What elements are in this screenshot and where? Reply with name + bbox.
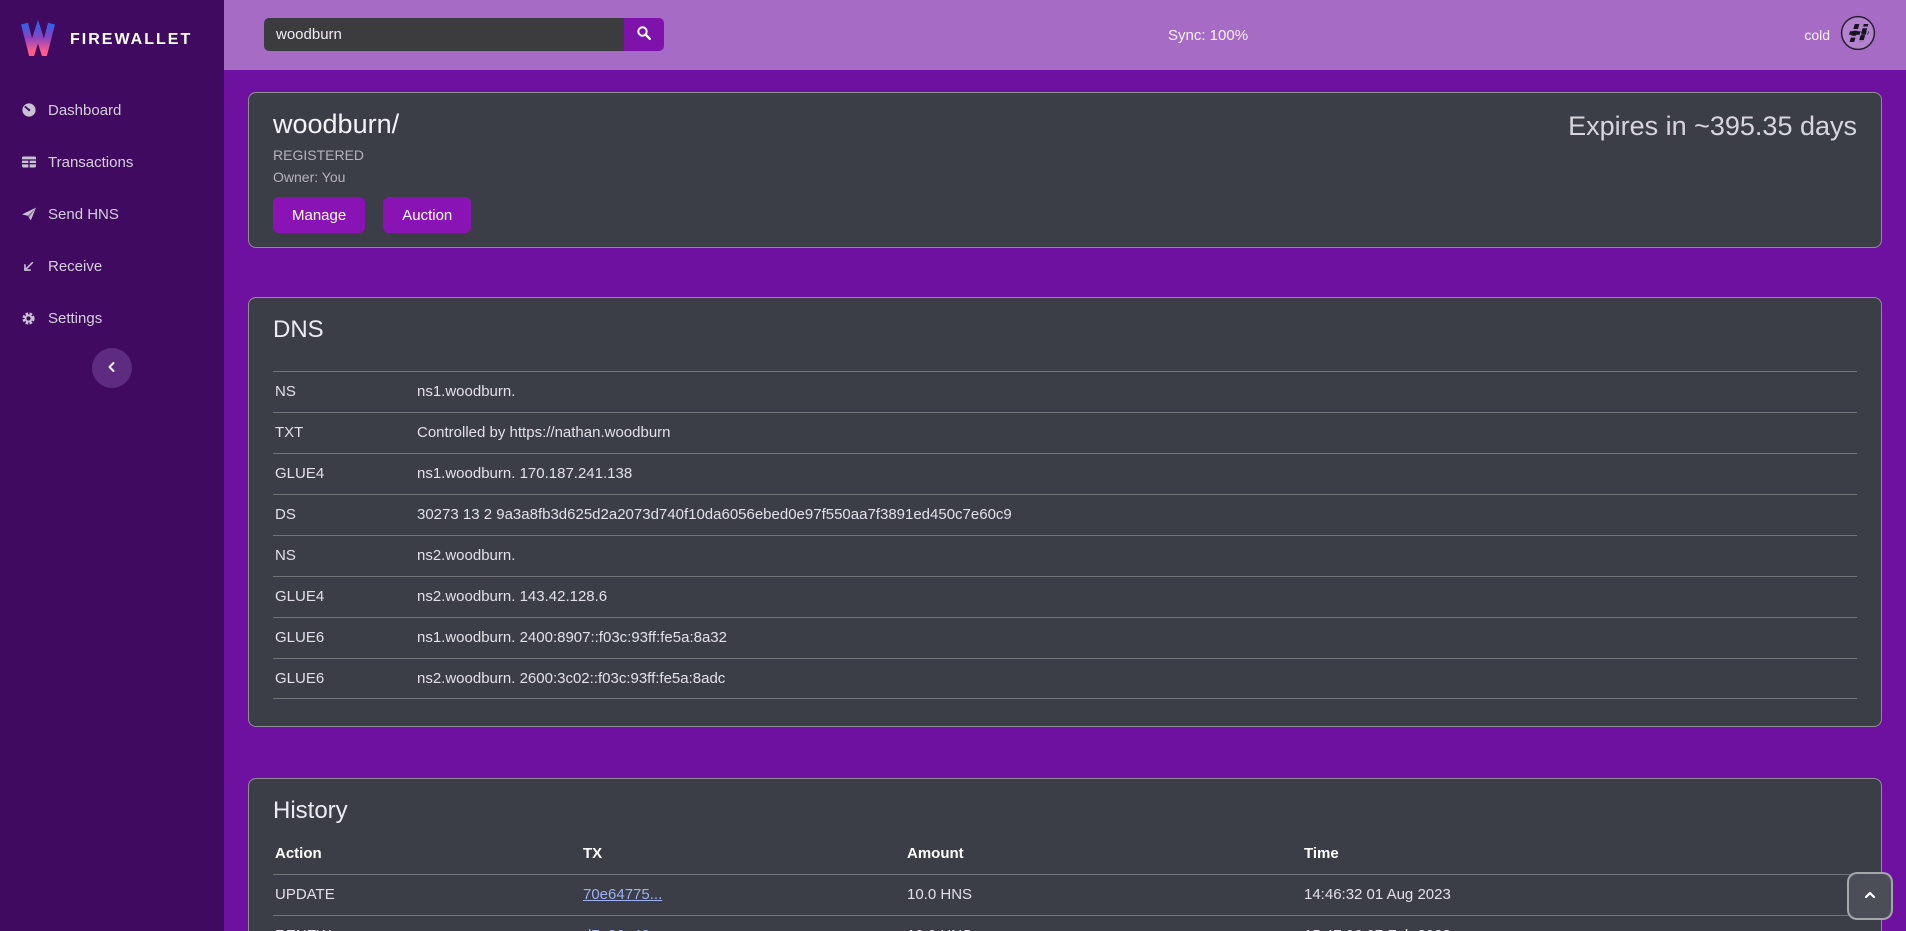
dns-record-type: GLUE4 — [273, 588, 417, 605]
history-row: RENEW d7e36a42... 10.0 HNS 15:47:06 07 F… — [273, 915, 1857, 931]
history-amount: 10.0 HNS — [907, 927, 1304, 931]
sidebar-collapse-button[interactable] — [92, 348, 132, 388]
main-area: Sync: 100% cold woodburn/ REGISTERED — [224, 0, 1906, 931]
dns-record-value: ns2.woodburn. 143.42.128.6 — [417, 588, 607, 605]
sidebar-item-settings[interactable]: Settings — [0, 292, 224, 344]
page-title: woodburn/ — [273, 109, 471, 140]
history-header-row: Action TX Amount Time — [273, 834, 1857, 874]
dns-record-row: DS 30273 13 2 9a3a8fb3d625d2a2073d740f10… — [273, 494, 1857, 535]
search-bar — [264, 18, 664, 51]
history-column-action: Action — [273, 845, 583, 862]
handshake-logo-icon[interactable] — [1840, 15, 1876, 56]
send-plane-icon — [20, 206, 37, 222]
dns-record-row: GLUE6 ns1.woodburn. 2400:8907::f03c:93ff… — [273, 617, 1857, 658]
dns-record-type: GLUE6 — [273, 629, 417, 646]
dns-record-value: 30273 13 2 9a3a8fb3d625d2a2073d740f10da6… — [417, 506, 1012, 523]
dns-record-row: NS ns1.woodburn. — [273, 371, 1857, 412]
sidebar-item-transactions[interactable]: Transactions — [0, 136, 224, 188]
history-time: 15:47:06 07 Feb 2023 — [1304, 927, 1857, 931]
history-row: UPDATE 70e64775... 10.0 HNS 14:46:32 01 … — [273, 874, 1857, 915]
firewallet-logo-icon — [18, 20, 58, 61]
brand-name: FIREWALLET — [70, 31, 192, 49]
scroll-to-top-button[interactable] — [1847, 872, 1893, 920]
sync-status: Sync: 100% — [1168, 0, 1248, 70]
transactions-table-icon — [20, 154, 37, 170]
history-column-amount: Amount — [907, 845, 1304, 862]
chevron-left-icon — [106, 361, 118, 376]
sidebar-item-label: Send HNS — [48, 206, 119, 223]
dns-record-row: GLUE4 ns1.woodburn. 170.187.241.138 — [273, 453, 1857, 494]
dns-card: DNS NS ns1.woodburn. TXT Controlled by h… — [248, 297, 1882, 727]
history-amount: 10.0 HNS — [907, 886, 1304, 903]
domain-actions: Manage Auction — [273, 197, 471, 233]
sidebar-item-label: Settings — [48, 310, 102, 327]
status-badge: REGISTERED — [273, 147, 471, 163]
brand-row: FIREWALLET — [0, 0, 224, 68]
history-heading: History — [273, 797, 1857, 826]
owner-label: Owner: You — [273, 169, 471, 185]
dashboard-gauge-icon — [20, 102, 37, 118]
dns-record-value: ns2.woodburn. 2600:3c02::f03c:93ff:fe5a:… — [417, 670, 725, 687]
auction-button[interactable]: Auction — [383, 197, 471, 233]
sidebar-item-receive[interactable]: Receive — [0, 240, 224, 292]
dns-record-row: TXT Controlled by https://nathan.woodbur… — [273, 412, 1857, 453]
dns-record-row: NS ns2.woodburn. — [273, 535, 1857, 576]
domain-summary-card: woodburn/ REGISTERED Owner: You Manage A… — [248, 92, 1882, 248]
dns-table: NS ns1.woodburn. TXT Controlled by https… — [273, 371, 1857, 699]
dns-record-value: ns1.woodburn. 2400:8907::f03c:93ff:fe5a:… — [417, 629, 727, 646]
history-action: UPDATE — [273, 886, 583, 903]
sidebar-item-label: Receive — [48, 258, 102, 275]
page-content: woodburn/ REGISTERED Owner: You Manage A… — [224, 70, 1906, 931]
search-input[interactable] — [264, 18, 624, 51]
wallet-name: cold — [1804, 27, 1830, 43]
dns-record-value: ns1.woodburn. — [417, 383, 515, 400]
search-button[interactable] — [624, 18, 664, 51]
dns-record-value: ns2.woodburn. — [417, 547, 515, 564]
tx-link[interactable]: d7e36a42... — [583, 927, 662, 931]
search-icon — [636, 25, 652, 44]
dns-record-type: TXT — [273, 424, 417, 441]
dns-record-row: GLUE6 ns2.woodburn. 2600:3c02::f03c:93ff… — [273, 658, 1857, 699]
dns-heading: DNS — [273, 316, 1857, 345]
sidebar-item-send-hns[interactable]: Send HNS — [0, 188, 224, 240]
dns-record-value: Controlled by https://nathan.woodburn — [417, 424, 671, 441]
history-column-time: Time — [1304, 845, 1857, 862]
dns-record-row: GLUE4 ns2.woodburn. 143.42.128.6 — [273, 576, 1857, 617]
dns-record-type: GLUE6 — [273, 670, 417, 687]
tx-link[interactable]: 70e64775... — [583, 886, 662, 903]
dns-record-value: ns1.woodburn. 170.187.241.138 — [417, 465, 632, 482]
expires-label: Expires in ~395.35 days — [1568, 111, 1857, 142]
history-column-tx: TX — [583, 845, 907, 862]
sidebar: FIREWALLET Dashboard Tran — [0, 0, 224, 931]
history-card: History Action TX Amount Time UPDATE 70e… — [248, 778, 1882, 931]
chevron-up-icon — [1863, 888, 1877, 905]
history-time: 14:46:32 01 Aug 2023 — [1304, 886, 1857, 903]
dns-record-type: GLUE4 — [273, 465, 417, 482]
history-action: RENEW — [273, 927, 583, 931]
dns-record-type: NS — [273, 547, 417, 564]
settings-gear-icon — [20, 311, 37, 326]
dns-record-type: NS — [273, 383, 417, 400]
domain-summary-left: woodburn/ REGISTERED Owner: You Manage A… — [273, 109, 471, 233]
wallet-indicator: cold — [1804, 0, 1876, 70]
sidebar-nav: Dashboard Transactions Send HNS — [0, 84, 224, 344]
dns-record-type: DS — [273, 506, 417, 523]
sidebar-item-label: Dashboard — [48, 102, 121, 119]
sidebar-item-label: Transactions — [48, 154, 133, 171]
sidebar-item-dashboard[interactable]: Dashboard — [0, 84, 224, 136]
topbar: Sync: 100% cold — [224, 0, 1906, 70]
manage-button[interactable]: Manage — [273, 197, 365, 233]
receive-arrow-icon — [20, 259, 37, 274]
